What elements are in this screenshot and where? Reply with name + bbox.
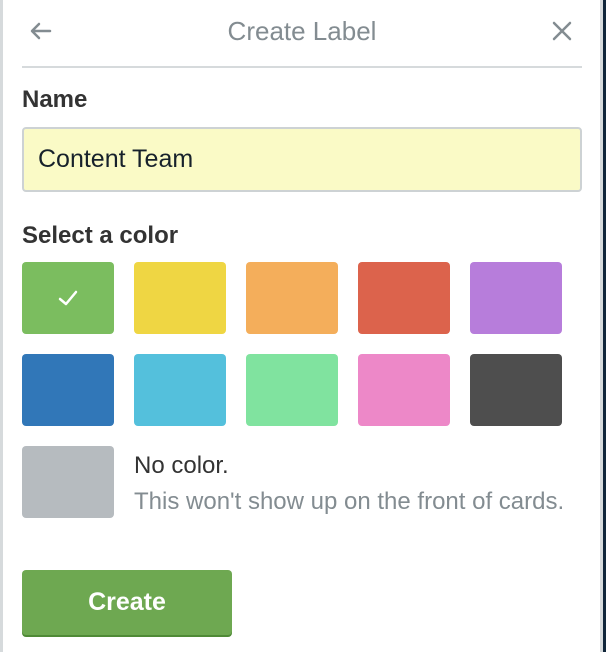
color-swatch-green[interactable] <box>22 262 114 334</box>
close-button[interactable] <box>549 18 575 44</box>
color-swatch-sky[interactable] <box>134 354 226 426</box>
checkmark-icon <box>58 290 78 306</box>
popover-title: Create Label <box>227 16 377 46</box>
no-color-swatch[interactable] <box>22 446 114 518</box>
select-color-label: Select a color <box>22 222 179 249</box>
popover-header: Create Label <box>22 0 582 68</box>
create-button[interactable]: Create <box>22 570 232 635</box>
color-swatch-orange[interactable] <box>246 262 338 334</box>
color-swatch-yellow[interactable] <box>134 262 226 334</box>
panel-left-border <box>0 0 3 652</box>
color-swatch-black[interactable] <box>470 354 562 426</box>
color-swatch-pink[interactable] <box>358 354 450 426</box>
no-color-description: This won't show up on the front of cards… <box>134 488 565 515</box>
name-label: Name <box>22 86 88 113</box>
color-swatch-lime[interactable] <box>246 354 338 426</box>
close-icon <box>552 21 572 41</box>
color-swatch-blue[interactable] <box>22 354 114 426</box>
no-color-title: No color. <box>134 452 229 479</box>
color-swatch-red[interactable] <box>358 262 450 334</box>
color-swatch-purple[interactable] <box>470 262 562 334</box>
label-name-input[interactable] <box>22 127 582 192</box>
